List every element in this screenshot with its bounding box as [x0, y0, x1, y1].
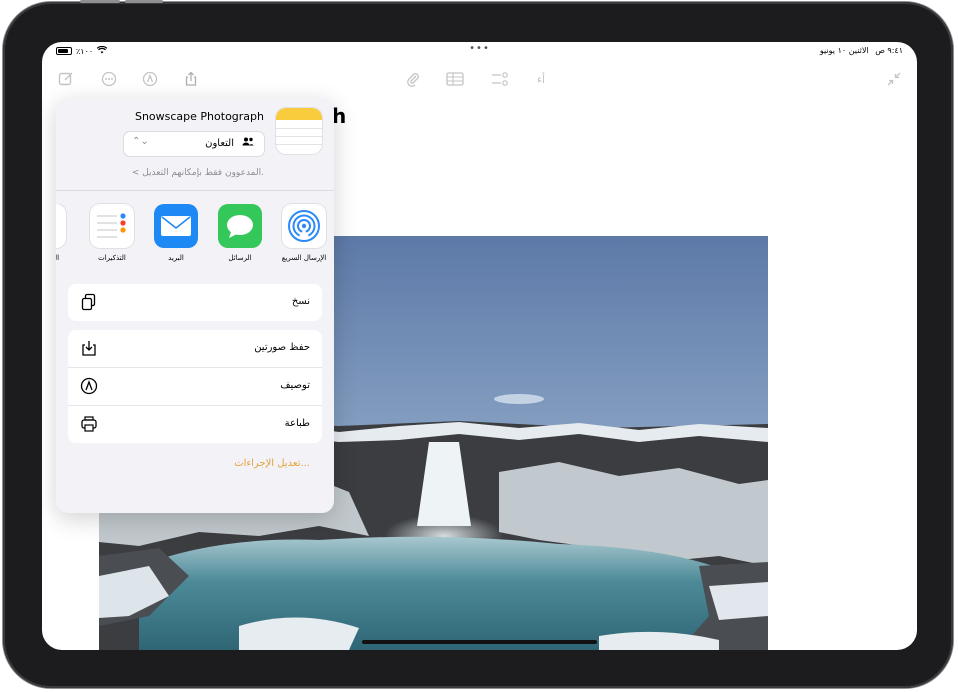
copy-group: نسخ	[68, 284, 322, 321]
top-button	[80, 0, 120, 3]
reminders-app[interactable]: التذكيرات	[84, 204, 140, 262]
partial-app[interactable]: ال	[56, 204, 76, 262]
messages-app[interactable]: الرسائل	[212, 204, 268, 262]
permission-link[interactable]: < المدعوون فقط بإمكانهم التعديل.	[132, 168, 264, 178]
markup-label: توصيف	[280, 380, 310, 391]
battery-level: ٪١٠٠	[76, 46, 94, 56]
table-icon[interactable]	[444, 68, 466, 90]
partial-app-label: ال	[56, 254, 60, 262]
top-button-2	[125, 0, 163, 3]
collapse-icon[interactable]	[883, 68, 905, 90]
collaboration-dropdown[interactable]: ⌃⌄ التعاون	[124, 132, 264, 156]
reminders-icon	[90, 204, 134, 248]
save-photos-label: حفظ صورتين	[254, 342, 310, 353]
multitasking-dots[interactable]: •••	[469, 43, 490, 54]
share-apps-row: الإرسال السريع الرسائل البريد التذكيرات	[56, 204, 334, 274]
wifi-icon	[96, 45, 108, 56]
mail-app[interactable]: البريد	[148, 204, 204, 262]
notes-app-icon	[276, 108, 322, 154]
status-bar: ٪١٠٠ ••• ٩:٤١ ص الاثنين ١٠ يونيو	[42, 42, 917, 60]
shared-note-name: Snowscape Photograph	[134, 110, 264, 123]
actions-group: حفظ صورتين توصيف طباعة	[68, 330, 322, 443]
mail-icon	[154, 204, 198, 248]
people-icon	[242, 137, 254, 149]
partial-app-icon	[56, 204, 66, 248]
compose-icon[interactable]	[55, 68, 77, 90]
collaboration-label: التعاون	[205, 138, 234, 149]
notes-toolbar: أء	[42, 66, 917, 92]
edit-actions-link[interactable]: تعديل الإجراءات...	[234, 458, 310, 469]
attachment-icon[interactable]	[402, 68, 424, 90]
screen: ٪١٠٠ ••• ٩:٤١ ص الاثنين ١٠ يونيو أء h Sn…	[42, 42, 917, 650]
chevron-up-down-icon: ⌃⌄	[132, 136, 149, 147]
reminders-label: التذكيرات	[98, 254, 126, 262]
share-icon[interactable]	[180, 68, 202, 90]
print-action[interactable]: طباعة	[68, 406, 322, 443]
status-left: ٪١٠٠	[56, 45, 108, 56]
more-icon[interactable]	[98, 68, 120, 90]
airdrop-app[interactable]: الإرسال السريع	[276, 204, 332, 262]
messages-icon	[218, 204, 262, 248]
battery-icon	[56, 47, 72, 55]
note-title[interactable]: h	[332, 104, 346, 128]
copy-action[interactable]: نسخ	[68, 284, 322, 321]
share-sheet: Snowscape Photograph ⌃⌄ التعاون < المدعو…	[56, 98, 334, 513]
markup-icon[interactable]	[139, 68, 161, 90]
format-icon[interactable]: أء	[530, 68, 552, 90]
printer-icon	[80, 415, 98, 433]
status-right: ٩:٤١ ص الاثنين ١٠ يونيو	[820, 46, 903, 55]
save-photos-action[interactable]: حفظ صورتين	[68, 330, 322, 368]
markup-action[interactable]: توصيف	[68, 368, 322, 406]
permission-text: المدعوون فقط بإمكانهم التعديل.	[142, 168, 264, 178]
markup-pen-icon	[80, 377, 98, 395]
chevron-left-icon: <	[131, 168, 140, 178]
messages-label: الرسائل	[228, 254, 252, 262]
status-date: الاثنين ١٠ يونيو	[819, 46, 869, 55]
share-sheet-header: Snowscape Photograph ⌃⌄ التعاون < المدعو…	[56, 98, 334, 191]
home-indicator[interactable]	[362, 640, 597, 644]
copy-label: نسخ	[291, 296, 310, 307]
status-time: ٩:٤١ ص	[875, 46, 903, 55]
checklist-icon[interactable]	[489, 68, 511, 90]
airdrop-icon	[282, 204, 326, 248]
save-download-icon	[80, 339, 98, 357]
mail-label: البريد	[168, 254, 184, 262]
print-label: طباعة	[284, 418, 310, 429]
copy-icon	[80, 293, 98, 311]
airdrop-label: الإرسال السريع	[281, 254, 327, 262]
